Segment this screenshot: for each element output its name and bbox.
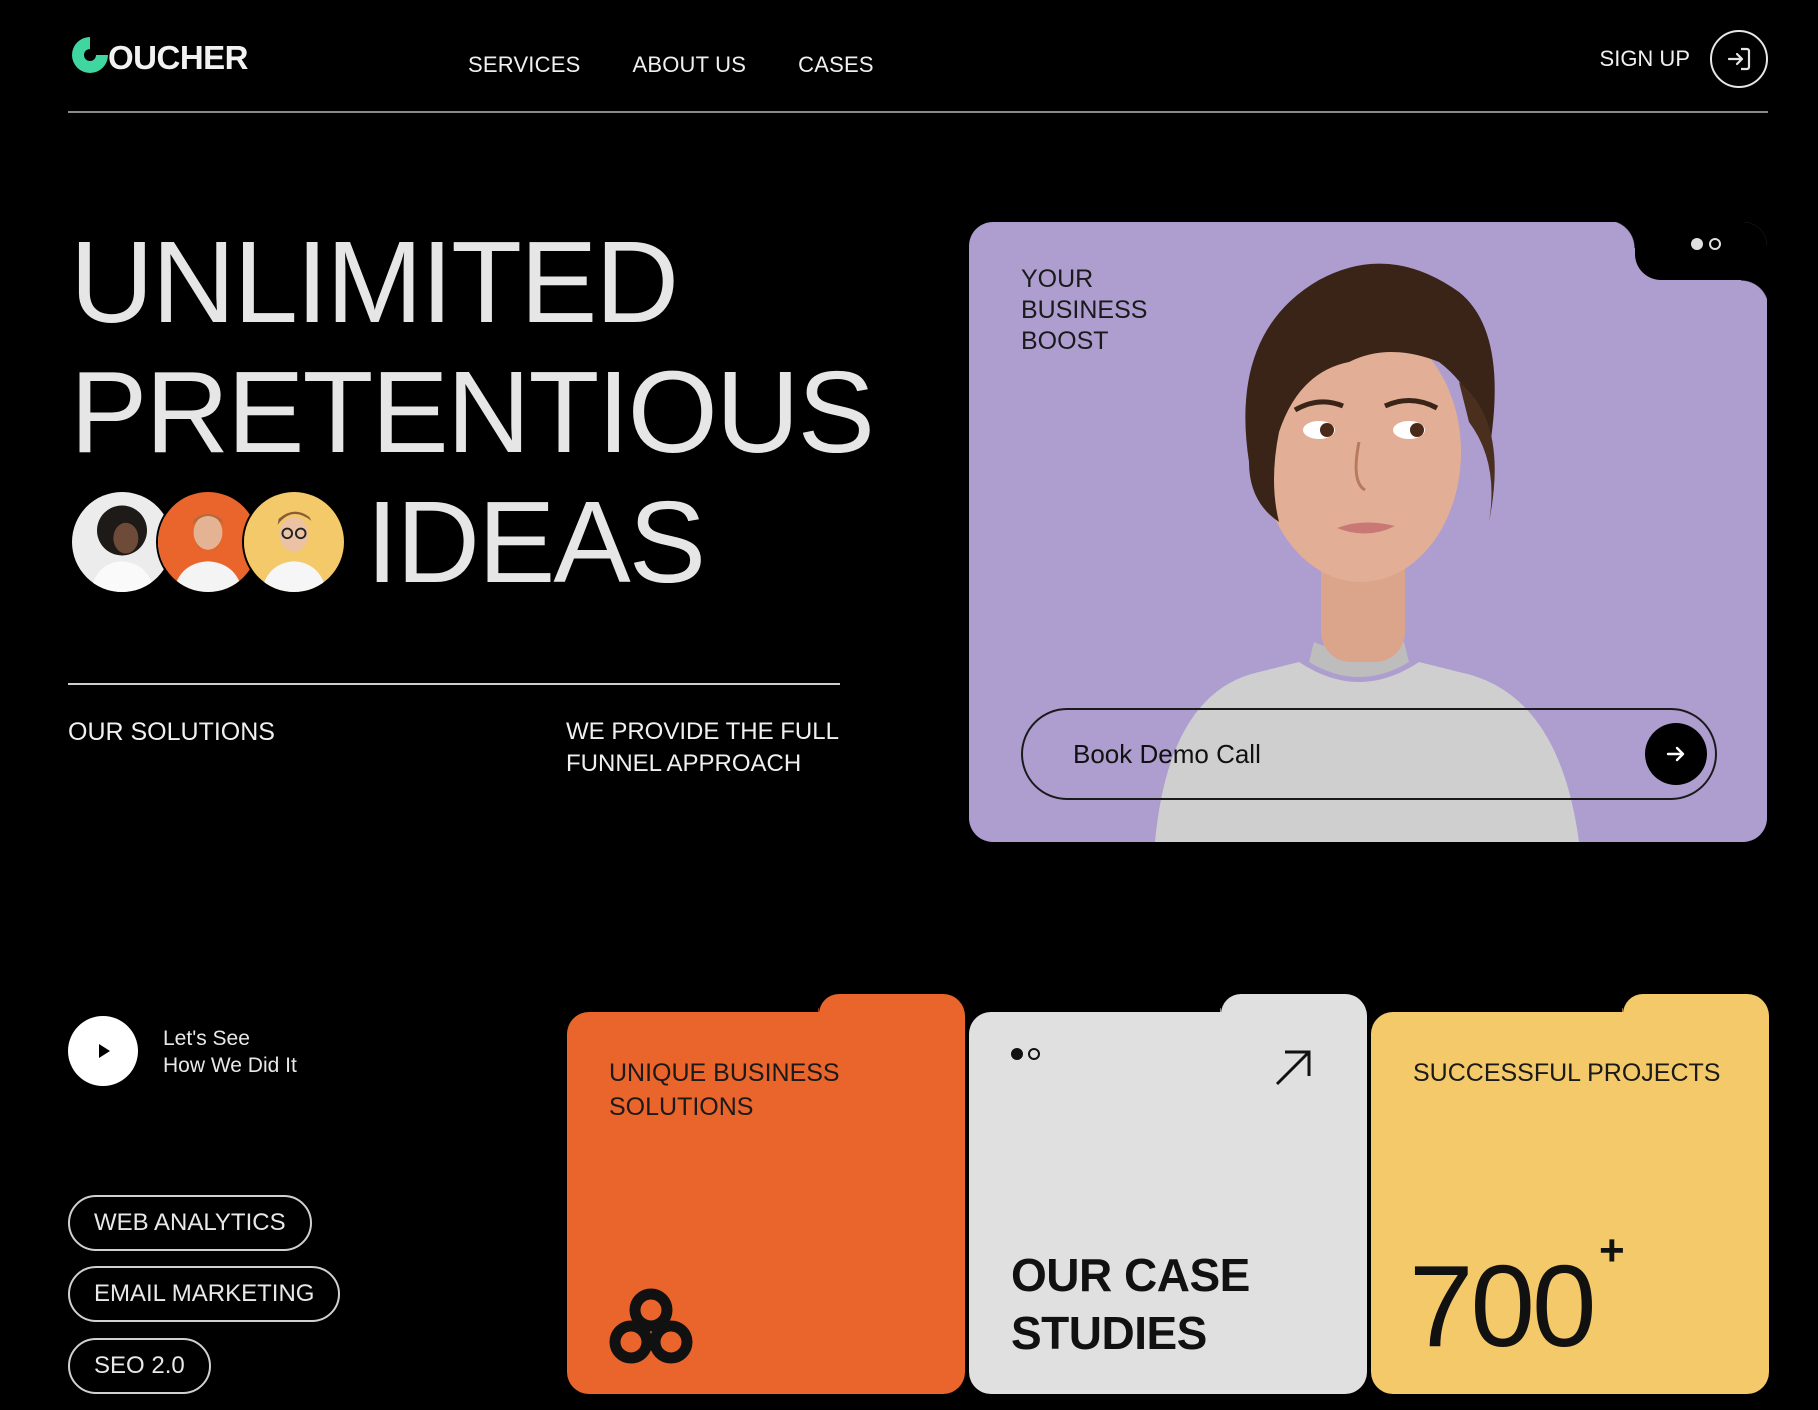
hero-line-1: UNLIMITED	[70, 217, 679, 347]
signup-group: SIGN UP	[1600, 30, 1768, 88]
hero-line-3: IDEAS	[366, 477, 706, 607]
pager-dot-active[interactable]	[1691, 238, 1703, 250]
play-icon	[99, 1044, 110, 1058]
projects-count-suffix: +	[1599, 1226, 1625, 1275]
signup-link[interactable]: SIGN UP	[1600, 46, 1690, 72]
header-divider	[68, 111, 1768, 113]
nav-services[interactable]: SERVICES	[468, 52, 580, 78]
nav-about-us[interactable]: ABOUT US	[632, 52, 746, 78]
case-studies-card[interactable]: OUR CASE STUDIES	[969, 994, 1367, 1394]
unique-solutions-title: UNIQUE BUSINESS SOLUTIONS	[609, 1059, 840, 1121]
main-nav: SERVICES ABOUT US CASES	[468, 52, 874, 78]
play-video-button[interactable]	[68, 1016, 138, 1086]
case-studies-pager	[1011, 1048, 1040, 1060]
case-studies-title: OUR CASE STUDIES	[1011, 1246, 1250, 1362]
brand-name: OUCHER	[108, 39, 249, 76]
video-caption-line-1: Let's See	[163, 1027, 250, 1050]
tag-seo[interactable]: SEO 2.0	[68, 1338, 211, 1394]
funnel-description: WE PROVIDE THE FULL FUNNEL APPROACH	[566, 718, 839, 777]
logo-mark-icon	[72, 37, 108, 73]
tag-email-marketing[interactable]: EMAIL MARKETING	[68, 1266, 341, 1322]
pager-dot[interactable]	[1709, 238, 1721, 250]
avatar	[242, 490, 346, 594]
brand-logo[interactable]: OUCHER	[68, 30, 249, 80]
avatar-group	[70, 490, 350, 594]
video-caption: Let's See How We Did It	[163, 1025, 297, 1079]
video-caption-line-2: How We Did It	[163, 1054, 297, 1077]
section-divider	[68, 683, 840, 685]
case-studies-title-line-1: OUR CASE	[1011, 1249, 1250, 1301]
our-solutions-label: OUR SOLUTIONS	[68, 718, 275, 746]
tag-web-analytics[interactable]: WEB ANALYTICS	[68, 1195, 312, 1251]
hero-line-2: PRETENTIOUS	[70, 347, 875, 477]
card-corner-notch	[1607, 222, 1767, 308]
signup-button[interactable]	[1710, 30, 1768, 88]
trefoil-icon	[609, 1288, 693, 1364]
successful-projects-card[interactable]: SUCCESSFUL PROJECTS 700 +	[1371, 994, 1769, 1394]
case-studies-title-line-2: STUDIES	[1011, 1307, 1207, 1359]
book-demo-button[interactable]: Book Demo Call	[1021, 708, 1717, 800]
unique-solutions-card[interactable]: UNIQUE BUSINESS SOLUTIONS	[567, 994, 965, 1394]
feature-card: YOUR BUSINESS BOOST Book Demo Call	[969, 222, 1767, 842]
book-demo-label: Book Demo Call	[1073, 738, 1261, 769]
successful-projects-title: SUCCESSFUL PROJECTS	[1413, 1059, 1721, 1087]
book-demo-arrow-button[interactable]	[1645, 723, 1707, 785]
carousel-pager	[1691, 238, 1721, 250]
projects-count: 700	[1409, 1241, 1597, 1371]
login-arrow-icon	[1727, 47, 1751, 71]
arrow-up-right-icon[interactable]	[1271, 1046, 1315, 1090]
nav-cases[interactable]: CASES	[798, 52, 874, 78]
landing-page: OUCHER SERVICES ABOUT US CASES SIGN UP U…	[0, 0, 1818, 1410]
pager-dot[interactable]	[1028, 1048, 1040, 1060]
business-boost-label: YOUR BUSINESS BOOST	[1021, 265, 1148, 355]
pager-dot-active[interactable]	[1011, 1048, 1023, 1060]
arrow-right-icon	[1666, 746, 1685, 762]
